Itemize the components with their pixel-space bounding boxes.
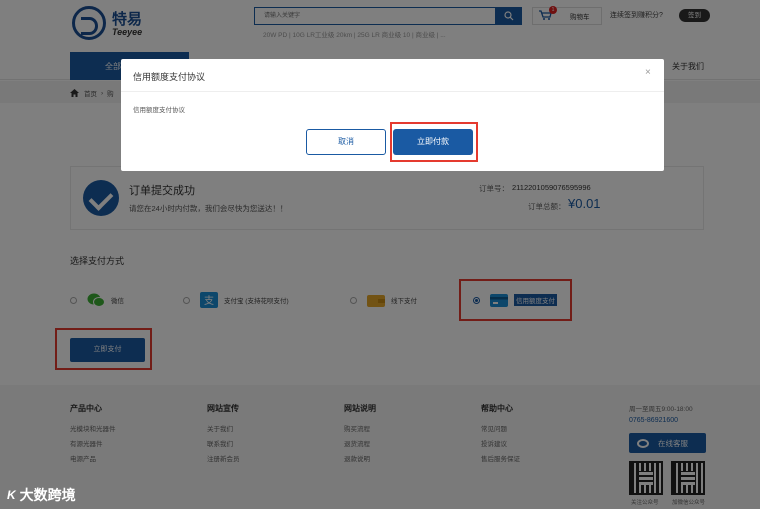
credit-agreement-dialog: 信用额度支付协议 × 信用额度支付协议 取消 立即付款	[121, 59, 664, 171]
watermark-text: 大数跨境	[19, 487, 76, 503]
highlight-confirm-pay	[390, 122, 478, 162]
dialog-divider	[121, 91, 664, 92]
close-icon[interactable]: ×	[645, 67, 651, 78]
watermark: K 大数跨境	[7, 485, 76, 505]
dialog-body-text: 信用额度支付协议	[133, 107, 185, 114]
cancel-button[interactable]: 取消	[306, 129, 386, 155]
watermark-logo-icon: K	[7, 488, 16, 502]
dialog-title: 信用额度支付协议	[133, 72, 206, 82]
